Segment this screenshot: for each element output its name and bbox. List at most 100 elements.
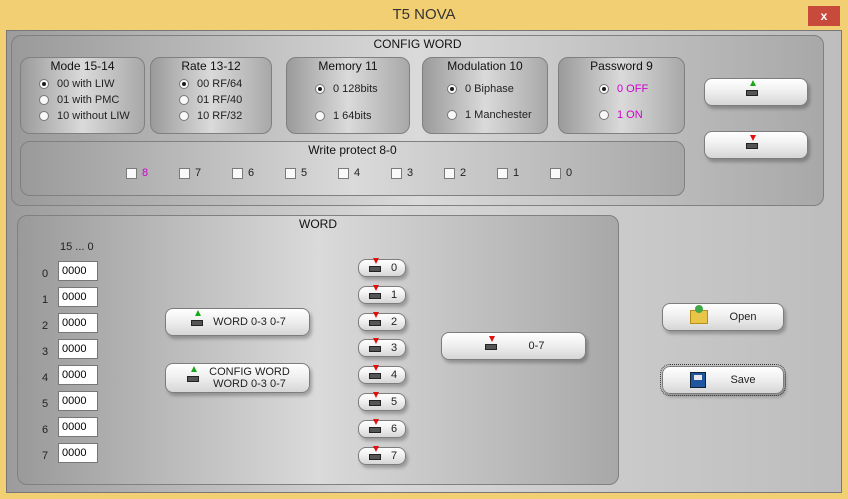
wp-bit-5[interactable]: 5 (285, 167, 307, 179)
read-all-label: 0-7 (528, 340, 545, 352)
wp-bit-6[interactable]: 6 (232, 167, 254, 179)
word-index-6: 6 (42, 424, 49, 436)
chip-upload-icon (744, 80, 760, 97)
radio-icon[interactable] (315, 84, 325, 94)
wp-bit-3[interactable]: 3 (391, 167, 413, 179)
config-read-button[interactable] (704, 131, 808, 159)
write-config-word-button[interactable]: CONFIG WORD WORD 0-3 0-7 (165, 363, 310, 393)
read-word-2-button[interactable]: 2 (358, 312, 406, 331)
word-group: WORD 15 ... 0 0 1 2 3 4 5 6 7 WORD 0-3 0… (17, 215, 619, 485)
wp-bit-2[interactable]: 2 (444, 167, 466, 179)
word-index-0: 0 (42, 268, 49, 280)
config-write-button[interactable] (704, 78, 808, 106)
memory-option-1[interactable]: 1 64bits (315, 110, 372, 122)
chip-upload-icon (189, 310, 205, 327)
word-input-7[interactable] (58, 443, 98, 463)
word-input-6[interactable] (58, 417, 98, 437)
radio-icon[interactable] (39, 79, 49, 89)
wp-bit-0[interactable]: 0 (550, 167, 572, 179)
rate-option-00[interactable]: 00 RF/64 (179, 78, 242, 90)
password-option-on[interactable]: 1 ON (599, 109, 643, 121)
radio-icon[interactable] (179, 95, 189, 105)
read-word-5-button[interactable]: 5 (358, 392, 406, 411)
checkbox-icon[interactable] (179, 167, 190, 179)
read-word-4-button[interactable]: 4 (358, 365, 406, 384)
client-area: CONFIG WORD Mode 15-14 00 with LIW 01 wi… (6, 30, 842, 493)
read-label: 0 (390, 262, 398, 274)
option-label: 1 Manchester (465, 109, 532, 121)
memory-group: Memory 11 0 128bits 1 64bits (286, 57, 410, 134)
radio-icon[interactable] (315, 111, 325, 121)
write-word-label: WORD 0-3 0-7 (213, 316, 286, 328)
checkbox-icon[interactable] (338, 167, 349, 179)
read-word-3-button[interactable]: 3 (358, 338, 406, 357)
wp-label: 7 (195, 167, 202, 179)
wp-bit-1[interactable]: 1 (497, 167, 519, 179)
checkbox-icon[interactable] (391, 167, 402, 179)
chip-download-icon (367, 312, 383, 327)
option-label: 0 Biphase (465, 83, 514, 95)
option-label: 01 with PMC (57, 94, 120, 106)
word-input-0[interactable] (58, 261, 98, 281)
wp-label: 4 (354, 167, 361, 179)
option-label: 1 ON (617, 109, 643, 121)
radio-icon[interactable] (599, 110, 609, 120)
write-word-button[interactable]: WORD 0-3 0-7 (165, 308, 310, 336)
save-button[interactable]: Save (660, 364, 786, 396)
checkbox-icon[interactable] (497, 167, 508, 179)
read-label: 7 (390, 450, 398, 462)
password-option-off[interactable]: 0 OFF (599, 83, 648, 95)
word-input-1[interactable] (58, 287, 98, 307)
radio-icon[interactable] (179, 79, 189, 89)
chip-upload-icon (185, 366, 201, 383)
read-label: 2 (390, 316, 398, 328)
rate-option-10[interactable]: 10 RF/32 (179, 110, 242, 122)
write-protect-group: Write protect 8-0 8 7 6 5 4 3 2 1 0 (20, 141, 685, 196)
modulation-option-manchester[interactable]: 1 Manchester (447, 109, 532, 121)
radio-icon[interactable] (39, 111, 49, 121)
read-word-6-button[interactable]: 6 (358, 419, 406, 438)
wp-label: 3 (407, 167, 414, 179)
read-word-0-button[interactable]: 0 (358, 258, 406, 277)
close-button[interactable]: x (808, 6, 840, 26)
checkbox-icon[interactable] (232, 167, 243, 179)
chip-download-icon (367, 392, 383, 407)
main-window: T5 NOVA x CONFIG WORD Mode 15-14 00 with… (0, 0, 848, 499)
modulation-option-biphase[interactable]: 0 Biphase (447, 83, 514, 95)
radio-icon[interactable] (447, 84, 457, 94)
read-all-words-button[interactable]: 0-7 (441, 332, 586, 360)
password-group: Password 9 0 OFF 1 ON (558, 57, 685, 134)
mode-option-00[interactable]: 00 with LIW (39, 78, 114, 90)
open-button[interactable]: Open (662, 303, 784, 331)
radio-icon[interactable] (39, 95, 49, 105)
wp-label: 6 (248, 167, 255, 179)
wp-bit-8[interactable]: 8 (126, 167, 148, 179)
wp-bit-4[interactable]: 4 (338, 167, 360, 179)
checkbox-icon[interactable] (444, 167, 455, 179)
wp-bit-7[interactable]: 7 (179, 167, 201, 179)
wp-label: 0 (566, 167, 573, 179)
word-input-5[interactable] (58, 391, 98, 411)
checkbox-icon[interactable] (126, 167, 137, 179)
chip-download-icon (483, 336, 499, 351)
password-title: Password 9 (590, 59, 653, 73)
mode-group: Mode 15-14 00 with LIW 01 with PMC 10 wi… (20, 57, 145, 134)
radio-icon[interactable] (179, 111, 189, 121)
config-word-title: CONFIG WORD (373, 37, 462, 51)
checkbox-icon[interactable] (285, 167, 296, 179)
word-input-2[interactable] (58, 313, 98, 333)
rate-option-01[interactable]: 01 RF/40 (179, 94, 242, 106)
mode-option-10[interactable]: 10 without LIW (39, 110, 130, 122)
wp-label: 8 (142, 167, 149, 179)
word-input-4[interactable] (58, 365, 98, 385)
chip-download-icon (744, 135, 760, 150)
word-index-3: 3 (42, 346, 49, 358)
mode-option-01[interactable]: 01 with PMC (39, 94, 119, 106)
read-word-7-button[interactable]: 7 (358, 446, 406, 465)
read-word-1-button[interactable]: 1 (358, 285, 406, 304)
memory-option-0[interactable]: 0 128bits (315, 83, 378, 95)
checkbox-icon[interactable] (550, 167, 561, 179)
radio-icon[interactable] (599, 84, 609, 94)
word-input-3[interactable] (58, 339, 98, 359)
radio-icon[interactable] (447, 110, 457, 120)
